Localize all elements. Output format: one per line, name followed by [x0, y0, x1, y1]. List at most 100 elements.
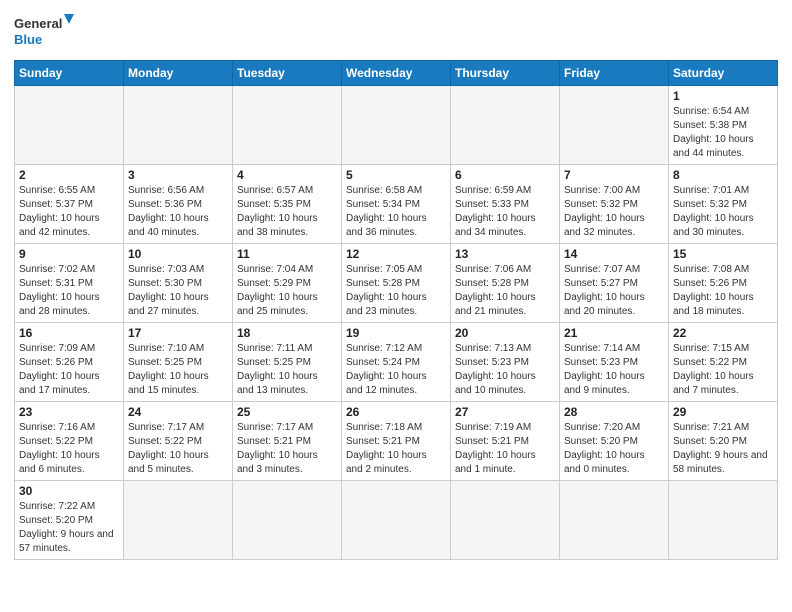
- calendar-cell: 10 Sunrise: 7:03 AM Sunset: 5:30 PM Dayli…: [124, 244, 233, 323]
- day-number: 21: [564, 326, 664, 340]
- logo-svg: General Blue: [14, 10, 74, 54]
- calendar-cell: 2 Sunrise: 6:55 AM Sunset: 5:37 PM Daylig…: [15, 165, 124, 244]
- day-number: 29: [673, 405, 773, 419]
- logo: General Blue: [14, 10, 74, 54]
- day-number: 24: [128, 405, 228, 419]
- day-number: 30: [19, 484, 119, 498]
- calendar-cell: 26 Sunrise: 7:18 AM Sunset: 5:21 PM Dayli…: [342, 402, 451, 481]
- day-number: 13: [455, 247, 555, 261]
- calendar-cell: [233, 86, 342, 165]
- day-number: 4: [237, 168, 337, 182]
- calendar-cell: 5 Sunrise: 6:58 AM Sunset: 5:34 PM Daylig…: [342, 165, 451, 244]
- calendar-cell: [669, 481, 778, 560]
- calendar-cell: 8Sunrise: 7:01 AM Sunset: 5:32 PM Daylig…: [669, 165, 778, 244]
- calendar-cell: 28Sunrise: 7:20 AM Sunset: 5:20 PM Dayli…: [560, 402, 669, 481]
- day-info: Sunrise: 6:58 AM Sunset: 5:34 PM Dayligh…: [346, 184, 446, 240]
- day-info: Sunrise: 7:09 AM Sunset: 5:26 PM Dayligh…: [19, 342, 119, 398]
- day-number: 8: [673, 168, 773, 182]
- day-number: 18: [237, 326, 337, 340]
- calendar-cell: 4 Sunrise: 6:57 AM Sunset: 5:35 PM Daylig…: [233, 165, 342, 244]
- calendar-cell: 23 Sunrise: 7:16 AM Sunset: 5:22 PM Dayli…: [15, 402, 124, 481]
- calendar-cell: [560, 481, 669, 560]
- calendar-cell: [124, 86, 233, 165]
- calendar-cell: 21Sunrise: 7:14 AM Sunset: 5:23 PM Dayli…: [560, 323, 669, 402]
- day-number: 16: [19, 326, 119, 340]
- calendar-cell: 19Sunrise: 7:12 AM Sunset: 5:24 PM Dayli…: [342, 323, 451, 402]
- day-info: Sunrise: 7:22 AM Sunset: 5:20 PM Dayligh…: [19, 500, 119, 556]
- calendar-cell: 11Sunrise: 7:04 AM Sunset: 5:29 PM Dayli…: [233, 244, 342, 323]
- week-row-5: 30 Sunrise: 7:22 AM Sunset: 5:20 PM Dayli…: [15, 481, 778, 560]
- calendar-cell: 24 Sunrise: 7:17 AM Sunset: 5:22 PM Dayli…: [124, 402, 233, 481]
- day-number: 28: [564, 405, 664, 419]
- day-info: Sunrise: 7:19 AM Sunset: 5:21 PM Dayligh…: [455, 421, 555, 477]
- calendar-cell: [342, 481, 451, 560]
- day-info: Sunrise: 6:57 AM Sunset: 5:35 PM Dayligh…: [237, 184, 337, 240]
- week-row-3: 16 Sunrise: 7:09 AM Sunset: 5:26 PM Dayli…: [15, 323, 778, 402]
- day-number: 23: [19, 405, 119, 419]
- day-info: Sunrise: 7:03 AM Sunset: 5:30 PM Dayligh…: [128, 263, 228, 319]
- calendar-cell: 18 Sunrise: 7:11 AM Sunset: 5:25 PM Dayli…: [233, 323, 342, 402]
- day-info: Sunrise: 7:08 AM Sunset: 5:26 PM Dayligh…: [673, 263, 773, 319]
- day-number: 1: [673, 89, 773, 103]
- day-number: 12: [346, 247, 446, 261]
- day-info: Sunrise: 6:54 AM Sunset: 5:38 PM Dayligh…: [673, 105, 773, 161]
- day-number: 22: [673, 326, 773, 340]
- calendar-cell: 14 Sunrise: 7:07 AM Sunset: 5:27 PM Dayli…: [560, 244, 669, 323]
- day-number: 6: [455, 168, 555, 182]
- day-number: 14: [564, 247, 664, 261]
- weekday-header-tuesday: Tuesday: [233, 61, 342, 86]
- day-number: 5: [346, 168, 446, 182]
- svg-text:Blue: Blue: [14, 32, 42, 47]
- calendar-cell: 9Sunrise: 7:02 AM Sunset: 5:31 PM Daylig…: [15, 244, 124, 323]
- day-info: Sunrise: 7:06 AM Sunset: 5:28 PM Dayligh…: [455, 263, 555, 319]
- header: General Blue: [14, 10, 778, 54]
- page: General Blue SundayMondayTuesdayWednesda…: [0, 0, 792, 612]
- day-info: Sunrise: 7:17 AM Sunset: 5:22 PM Dayligh…: [128, 421, 228, 477]
- day-number: 26: [346, 405, 446, 419]
- week-row-0: 1 Sunrise: 6:54 AM Sunset: 5:38 PM Daylig…: [15, 86, 778, 165]
- day-info: Sunrise: 7:04 AM Sunset: 5:29 PM Dayligh…: [237, 263, 337, 319]
- day-info: Sunrise: 6:56 AM Sunset: 5:36 PM Dayligh…: [128, 184, 228, 240]
- day-info: Sunrise: 7:17 AM Sunset: 5:21 PM Dayligh…: [237, 421, 337, 477]
- day-number: 3: [128, 168, 228, 182]
- calendar-cell: [15, 86, 124, 165]
- calendar-cell: 16 Sunrise: 7:09 AM Sunset: 5:26 PM Dayli…: [15, 323, 124, 402]
- day-info: Sunrise: 7:11 AM Sunset: 5:25 PM Dayligh…: [237, 342, 337, 398]
- calendar-cell: 12 Sunrise: 7:05 AM Sunset: 5:28 PM Dayli…: [342, 244, 451, 323]
- calendar-cell: 22 Sunrise: 7:15 AM Sunset: 5:22 PM Dayli…: [669, 323, 778, 402]
- day-info: Sunrise: 7:05 AM Sunset: 5:28 PM Dayligh…: [346, 263, 446, 319]
- day-number: 9: [19, 247, 119, 261]
- calendar-cell: 25 Sunrise: 7:17 AM Sunset: 5:21 PM Dayli…: [233, 402, 342, 481]
- calendar-cell: 27 Sunrise: 7:19 AM Sunset: 5:21 PM Dayli…: [451, 402, 560, 481]
- svg-text:General: General: [14, 16, 62, 31]
- week-row-2: 9Sunrise: 7:02 AM Sunset: 5:31 PM Daylig…: [15, 244, 778, 323]
- day-info: Sunrise: 6:55 AM Sunset: 5:37 PM Dayligh…: [19, 184, 119, 240]
- calendar-cell: 15 Sunrise: 7:08 AM Sunset: 5:26 PM Dayli…: [669, 244, 778, 323]
- day-info: Sunrise: 7:15 AM Sunset: 5:22 PM Dayligh…: [673, 342, 773, 398]
- day-number: 10: [128, 247, 228, 261]
- calendar-cell: [451, 481, 560, 560]
- calendar-cell: [233, 481, 342, 560]
- calendar-cell: 1 Sunrise: 6:54 AM Sunset: 5:38 PM Daylig…: [669, 86, 778, 165]
- day-info: Sunrise: 7:07 AM Sunset: 5:27 PM Dayligh…: [564, 263, 664, 319]
- calendar-cell: 30 Sunrise: 7:22 AM Sunset: 5:20 PM Dayli…: [15, 481, 124, 560]
- weekday-header-row: SundayMondayTuesdayWednesdayThursdayFrid…: [15, 61, 778, 86]
- day-number: 7: [564, 168, 664, 182]
- weekday-header-monday: Monday: [124, 61, 233, 86]
- weekday-header-saturday: Saturday: [669, 61, 778, 86]
- day-number: 27: [455, 405, 555, 419]
- day-info: Sunrise: 7:18 AM Sunset: 5:21 PM Dayligh…: [346, 421, 446, 477]
- calendar-cell: [560, 86, 669, 165]
- day-number: 15: [673, 247, 773, 261]
- calendar-cell: 3 Sunrise: 6:56 AM Sunset: 5:36 PM Daylig…: [124, 165, 233, 244]
- calendar-cell: [342, 86, 451, 165]
- day-info: Sunrise: 7:16 AM Sunset: 5:22 PM Dayligh…: [19, 421, 119, 477]
- weekday-header-friday: Friday: [560, 61, 669, 86]
- day-number: 2: [19, 168, 119, 182]
- calendar-cell: 6Sunrise: 6:59 AM Sunset: 5:33 PM Daylig…: [451, 165, 560, 244]
- day-number: 25: [237, 405, 337, 419]
- week-row-1: 2 Sunrise: 6:55 AM Sunset: 5:37 PM Daylig…: [15, 165, 778, 244]
- calendar-cell: [124, 481, 233, 560]
- day-number: 19: [346, 326, 446, 340]
- weekday-header-wednesday: Wednesday: [342, 61, 451, 86]
